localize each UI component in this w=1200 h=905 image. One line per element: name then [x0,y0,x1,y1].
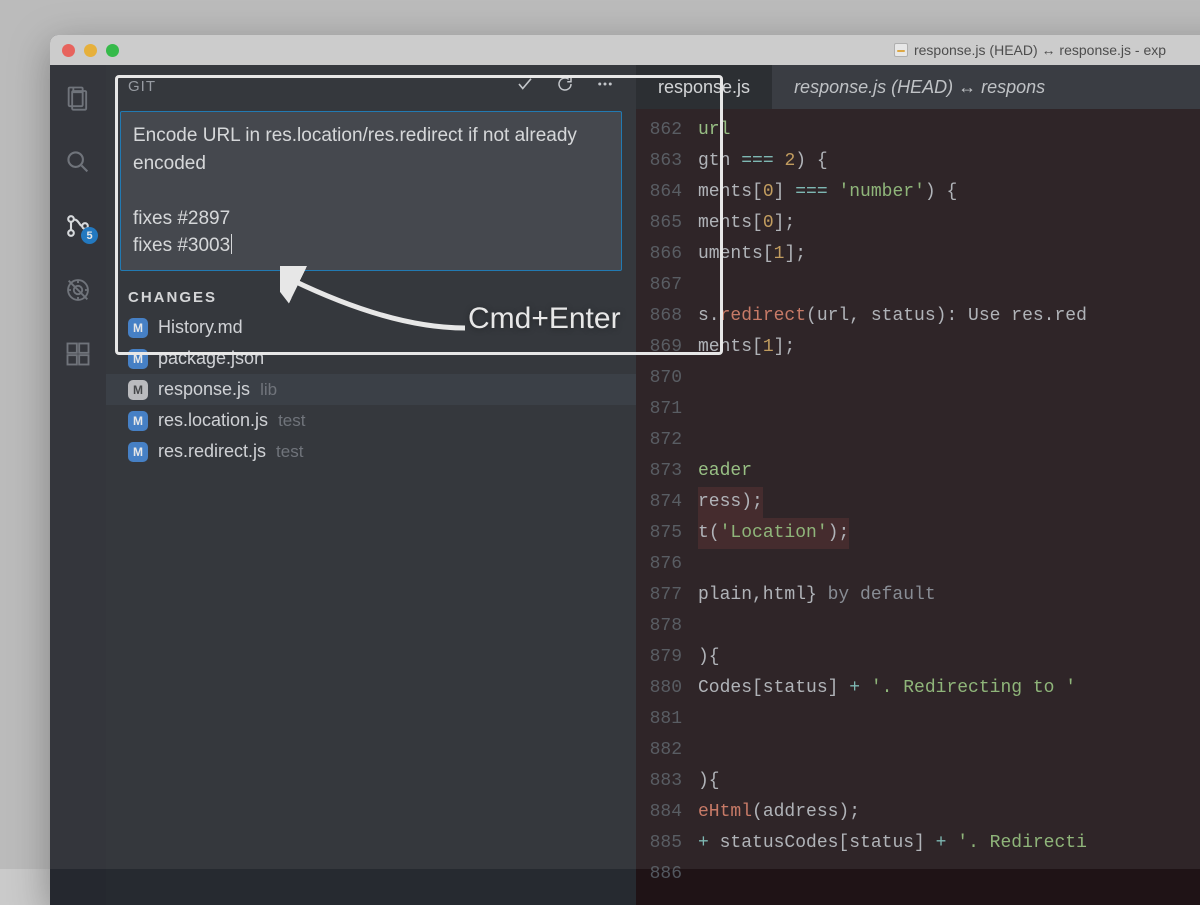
refresh-icon[interactable] [556,75,574,97]
modified-badge-icon: M [128,318,148,338]
source-control-panel: GIT Encode URL in res.location/res.redir… [106,65,636,905]
editor-tab[interactable]: response.js (HEAD) ↔ respons [772,65,1067,109]
code-content: urlgth === 2) {ments[0] === 'number') {m… [692,109,1200,905]
file-name: response.js [158,379,250,400]
file-folder: lib [260,380,277,400]
maximize-icon[interactable] [106,44,119,57]
app-window: response.js (HEAD) ↔ response.js - exp 5 [50,35,1200,905]
code-editor[interactable]: 8628638648658668678688698708718728738748… [636,109,1200,905]
annotation-label: Cmd+Enter [468,302,621,336]
editor-tab[interactable]: response.js [636,65,772,109]
changed-file-row[interactable]: Mpackage.json [106,343,636,374]
panel-header: GIT [106,65,636,107]
commit-message-text: Encode URL in res.location/res.redirect … [133,125,582,256]
debug-tab[interactable] [50,269,106,311]
file-folder: test [278,411,305,431]
close-icon[interactable] [62,44,75,57]
changed-file-row[interactable]: Mresponse.js lib [106,374,636,405]
file-folder: test [276,442,303,462]
file-name: History.md [158,317,243,338]
window-controls [62,44,119,57]
changed-file-row[interactable]: Mres.redirect.js test [106,436,636,467]
modified-badge-icon: M [128,442,148,462]
modified-badge-icon: M [128,349,148,369]
scm-badge: 5 [81,227,98,244]
line-number-gutter: 8628638648658668678688698708718728738748… [636,109,692,905]
file-name: package.json [158,348,264,369]
file-name: res.redirect.js [158,441,266,462]
panel-title: GIT [128,78,156,95]
source-control-tab[interactable]: 5 [50,205,106,247]
tab-bar: response.jsresponse.js (HEAD) ↔ respons [636,65,1200,109]
window-title-text: response.js (HEAD) ↔ response.js - exp [914,42,1166,58]
search-tab[interactable] [50,141,106,183]
minimize-icon[interactable] [84,44,97,57]
explorer-tab[interactable] [50,77,106,119]
activity-bar: 5 [50,65,106,905]
file-name: res.location.js [158,410,268,431]
more-icon[interactable] [596,75,614,97]
commit-message-input[interactable]: Encode URL in res.location/res.redirect … [120,111,622,271]
file-icon [894,43,908,57]
window-title: response.js (HEAD) ↔ response.js - exp [50,42,1200,58]
text-cursor [231,234,232,254]
extensions-tab[interactable] [50,333,106,375]
title-bar: response.js (HEAD) ↔ response.js - exp [50,35,1200,65]
commit-icon[interactable] [516,75,534,97]
modified-badge-icon: M [128,380,148,400]
changed-file-row[interactable]: Mres.location.js test [106,405,636,436]
editor-area: response.jsresponse.js (HEAD) ↔ respons … [636,65,1200,905]
modified-badge-icon: M [128,411,148,431]
